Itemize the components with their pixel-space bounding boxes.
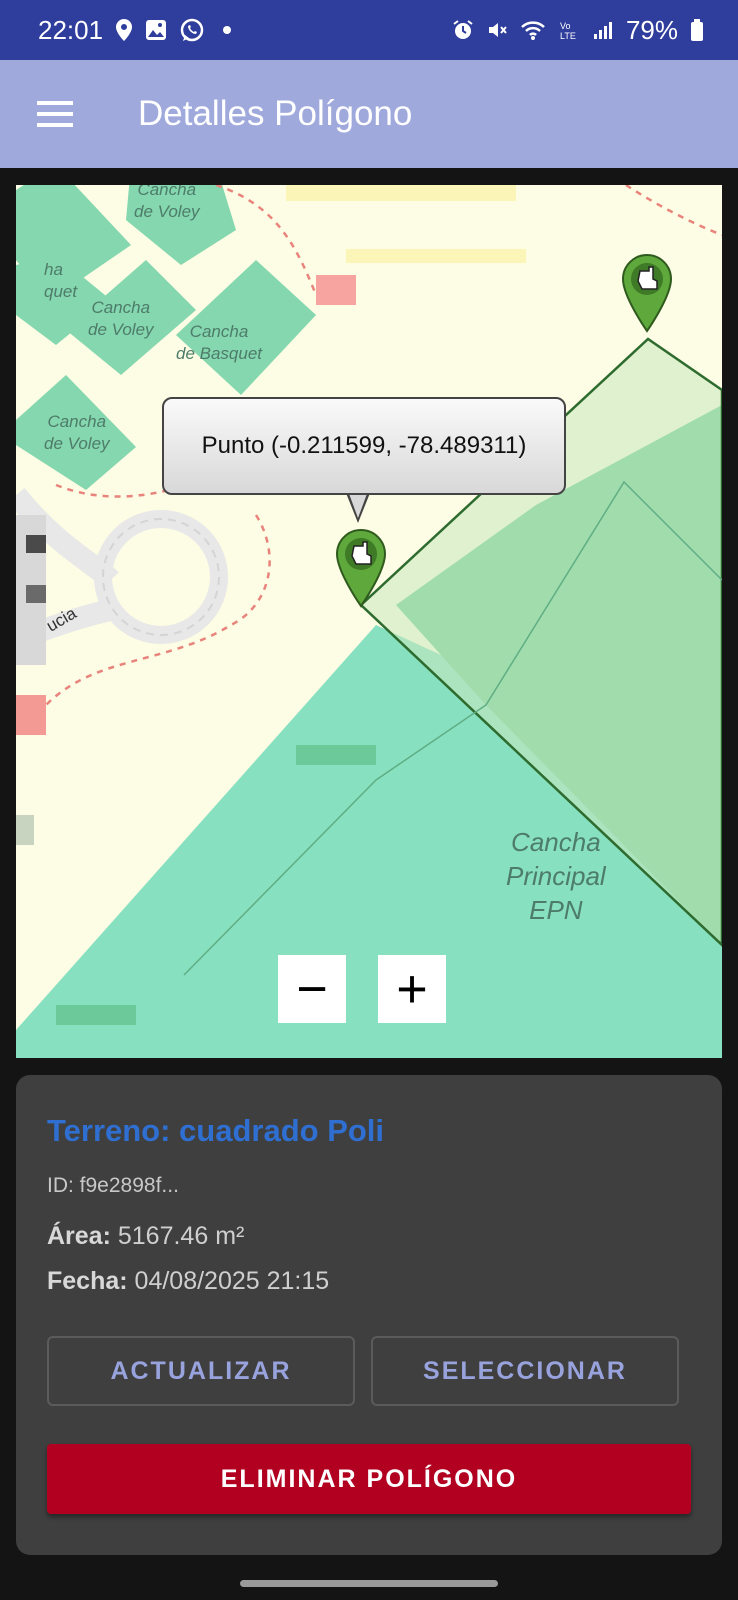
zoom-out-button[interactable]: − [278,955,346,1023]
status-bar-right: Vo LTE 79% [452,15,704,46]
terrain-id: ID: f9e2898f... [47,1174,179,1197]
battery-icon [690,18,704,42]
update-button[interactable]: ACTUALIZAR [47,1336,355,1406]
app-bar: Detalles Polígono [0,60,738,168]
page-title: Detalles Polígono [138,94,413,133]
pin-hand-icon [621,253,673,333]
polygon-details-card: Terreno: cuadrado Poli ID: f9e2898f... Á… [16,1075,722,1555]
image-icon [145,19,167,41]
menu-icon [37,101,73,127]
map-label-basquet: Cancha de Basquet [176,322,263,363]
menu-button[interactable] [20,79,90,149]
map-marker[interactable] [620,253,674,333]
svg-text:LTE: LTE [560,31,576,41]
date-value: 04/08/2025 21:15 [134,1267,330,1295]
date-row: Fecha: 04/08/2025 21:15 [47,1267,329,1296]
navigation-handle[interactable] [240,1580,498,1587]
terrain-title: Terreno: cuadrado Poli [47,1113,385,1148]
area-label: Área: [47,1222,111,1250]
location-icon [115,18,133,42]
date-label: Fecha: [47,1267,128,1295]
pin-hand-icon [335,528,387,608]
svg-text:Vo: Vo [560,21,571,31]
area-row: Área: 5167.46 m² [47,1222,244,1251]
map-label-basquet-left: ha quet [44,260,78,301]
point-tooltip: Punto (-0.211599, -78.489311) [162,397,566,495]
tooltip-tail-inner [348,491,368,518]
mute-icon [486,19,508,41]
battery-percent: 79% [625,14,678,45]
map-label-voley-mid: Cancha de Voley [88,298,154,339]
select-button[interactable]: SELECCIONAR [371,1336,679,1406]
map-view[interactable]: Cancha de Voley Cancha de Voley Cancha d… [16,185,722,1058]
map-marker[interactable] [334,528,388,608]
map-label-voley-top: Cancha de Voley [134,185,200,221]
signal-icon [592,19,614,41]
whatsapp-icon [179,17,205,43]
status-bar: 22:01 Vo LTE 79% [0,0,738,60]
wifi-icon [520,19,546,41]
map-label-cancha-principal: Cancha Principal EPN [506,827,606,925]
status-time: 22:01 [38,14,104,45]
delete-polygon-button[interactable]: ELIMINAR POLÍGONO [47,1444,691,1514]
volte-icon: Vo LTE [558,19,580,41]
notification-dot [223,26,232,34]
map-label-voley-left: Cancha de Voley [44,412,110,453]
alarm-icon [452,19,474,41]
status-bar-left: 22:01 [38,14,232,46]
area-value: 5167.46 m² [117,1222,245,1250]
zoom-in-button[interactable]: + [378,955,446,1023]
